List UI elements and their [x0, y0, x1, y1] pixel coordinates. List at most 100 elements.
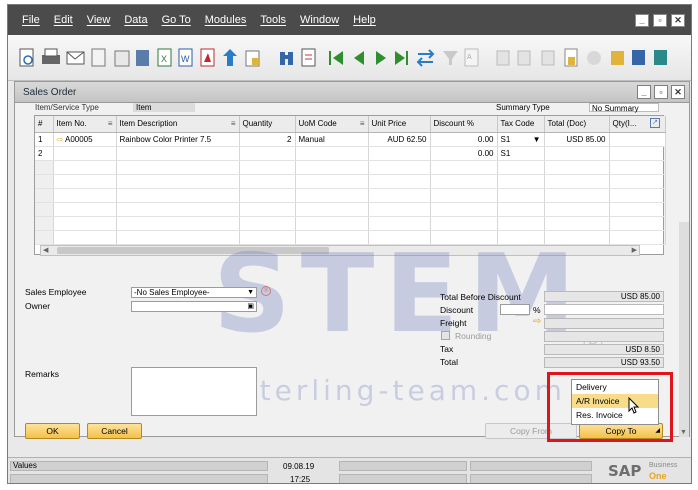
table-row[interactable]	[35, 174, 666, 189]
table-row[interactable]	[35, 188, 666, 203]
discount-amount-field[interactable]	[544, 304, 664, 315]
copy-from-button[interactable]: Copy From	[485, 423, 577, 439]
col-header-total-doc[interactable]: Total (Doc)	[544, 116, 610, 133]
owner-lookup-icon[interactable]: ▣	[247, 302, 254, 311]
vertical-scrollbar[interactable]: ▼	[679, 222, 689, 437]
target-document-icon[interactable]	[517, 50, 531, 66]
email-icon[interactable]	[66, 51, 85, 65]
col-header-row-number[interactable]: #	[35, 116, 54, 133]
menu-file[interactable]: File	[22, 14, 40, 26]
close-icon[interactable]: ✕	[671, 14, 685, 27]
scroll-right-icon[interactable]: ▶	[632, 246, 637, 254]
ok-button[interactable]: OK	[25, 423, 80, 439]
owner-field[interactable]: ▣	[131, 301, 257, 312]
calculator-icon[interactable]	[136, 50, 149, 66]
col-header-discount[interactable]: Discount %	[430, 116, 498, 133]
info-icon[interactable]	[632, 50, 645, 65]
col-header-item-no[interactable]: Item No. ≡	[53, 116, 117, 133]
menu-view[interactable]: View	[87, 14, 111, 26]
qty-inventory-cell[interactable]	[609, 132, 666, 147]
pdf-icon[interactable]	[200, 48, 215, 67]
menu-help[interactable]: Help	[353, 14, 376, 26]
scroll-down-icon[interactable]: ▼	[680, 429, 687, 436]
sales-employee-field[interactable]: -No Sales Employee- ▼	[131, 287, 257, 298]
item-no-cell[interactable]: ⇨ A00005	[53, 132, 117, 147]
payment-icon[interactable]	[564, 48, 578, 67]
sort-icon[interactable]: A	[464, 48, 479, 67]
freight-link-arrow-icon[interactable]: ⇨	[533, 316, 541, 327]
col-header-uom-code[interactable]: UoM Code ≡	[295, 116, 369, 133]
remarks-textarea[interactable]	[131, 367, 257, 416]
lock-icon[interactable]	[245, 50, 260, 67]
menu-edit[interactable]: Edit	[54, 14, 73, 26]
expand-grid-icon[interactable]: ↗	[650, 118, 660, 128]
minimize-icon[interactable]: _	[635, 14, 649, 27]
cancel-button[interactable]: Cancel	[87, 423, 142, 439]
table-row[interactable]	[35, 202, 666, 217]
link-arrow-icon[interactable]: ⇨	[57, 135, 64, 144]
doc-close-icon[interactable]: ✕	[671, 85, 685, 99]
item-no-cell[interactable]	[53, 146, 117, 161]
next-record-icon[interactable]	[376, 51, 386, 65]
discount-percent-field[interactable]	[500, 304, 530, 315]
preview-icon[interactable]	[19, 48, 34, 67]
discount-cell[interactable]: 0.00	[430, 132, 498, 147]
total-doc-cell[interactable]: USD 85.00	[544, 132, 610, 147]
form-settings-icon[interactable]	[611, 51, 624, 65]
column-menu-icon[interactable]: ≡	[360, 119, 365, 128]
gross-profit-icon[interactable]	[541, 50, 555, 66]
doc-restore-icon[interactable]: ▫	[654, 85, 668, 99]
refresh-icon[interactable]	[416, 49, 435, 67]
filter-icon[interactable]	[443, 51, 458, 65]
item-description-cell[interactable]	[116, 146, 240, 161]
rounding-checkbox[interactable]	[441, 331, 450, 340]
menu-data[interactable]: Data	[124, 14, 147, 26]
item-description-cell[interactable]: Rainbow Color Printer 7.5	[116, 132, 240, 147]
settings-icon[interactable]	[587, 51, 601, 65]
total-doc-cell[interactable]	[544, 146, 610, 161]
menu-modules[interactable]: Modules	[205, 14, 247, 26]
col-header-tax-code[interactable]: Tax Code	[497, 116, 545, 133]
scroll-left-icon[interactable]: ◀	[43, 246, 48, 254]
menu-window[interactable]: Window	[300, 14, 339, 26]
col-header-unit-price[interactable]: Unit Price	[368, 116, 431, 133]
restore-icon[interactable]: ▫	[653, 14, 667, 27]
uom-code-cell[interactable]: Manual	[295, 132, 369, 147]
discount-cell[interactable]: 0.00	[430, 146, 498, 161]
col-header-item-description[interactable]: Item Description ≡	[116, 116, 240, 133]
help-icon[interactable]	[654, 50, 667, 65]
fax-icon[interactable]	[114, 50, 130, 67]
table-row[interactable]	[35, 160, 666, 175]
menu-goto[interactable]: Go To	[162, 14, 191, 26]
item-service-type-field[interactable]: Item	[133, 103, 195, 112]
word-icon[interactable]: W	[178, 48, 193, 67]
first-record-icon[interactable]	[329, 51, 343, 65]
uom-code-cell[interactable]	[295, 146, 369, 161]
previous-record-icon[interactable]	[354, 51, 364, 65]
print-icon[interactable]	[42, 48, 60, 64]
table-row[interactable]	[35, 216, 666, 231]
excel-icon[interactable]: X	[157, 48, 172, 67]
menu-tools[interactable]: Tools	[260, 14, 286, 26]
last-record-icon[interactable]	[395, 51, 408, 65]
add-icon[interactable]	[301, 48, 316, 67]
column-menu-icon[interactable]: ≡	[231, 119, 236, 128]
tax-code-cell[interactable]: S1	[497, 146, 545, 161]
launch-icon[interactable]	[223, 49, 237, 66]
find-icon[interactable]	[280, 52, 293, 65]
unit-price-cell[interactable]	[368, 146, 431, 161]
column-menu-icon[interactable]: ≡	[108, 119, 113, 128]
tax-code-cell[interactable]: S1 ▼	[497, 132, 545, 147]
table-row[interactable]: 1 ⇨ A00005 Rainbow Color Printer 7.5 2 M…	[35, 132, 666, 147]
menu-item-ar-invoice[interactable]: A/R Invoice	[572, 394, 658, 408]
table-row[interactable]: 2 0.00 S1	[35, 146, 666, 161]
dropdown-arrow-icon[interactable]: ▼	[533, 135, 541, 144]
summary-type-field[interactable]: No Summary	[589, 103, 659, 113]
doc-minimize-icon[interactable]: _	[637, 85, 651, 99]
col-header-quantity[interactable]: Quantity	[239, 116, 296, 133]
info-circle-icon[interactable]: ®	[261, 286, 271, 296]
menu-item-delivery[interactable]: Delivery	[572, 380, 658, 394]
copy-to-button[interactable]: Copy To ◢	[579, 423, 663, 439]
menu-item-res-invoice[interactable]: Res. Invoice	[572, 408, 658, 422]
freight-field[interactable]	[544, 318, 664, 329]
